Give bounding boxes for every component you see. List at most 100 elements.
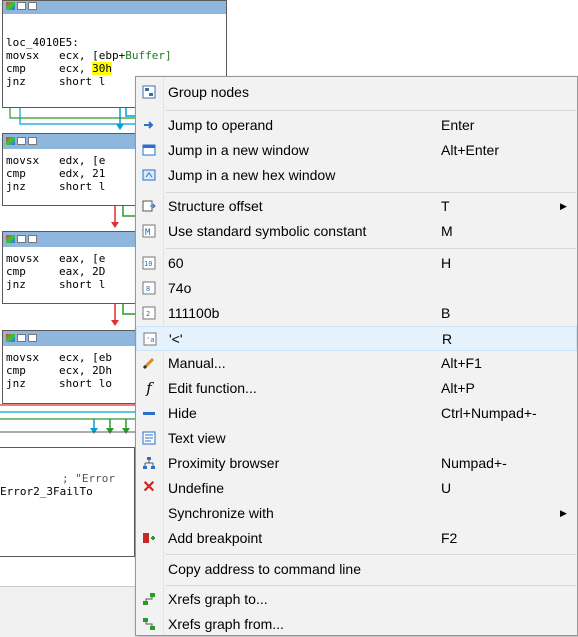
- selected-immediate-operand[interactable]: 30h: [92, 62, 112, 75]
- menu-item-add-breakpoint[interactable]: Add breakpoint F2: [136, 526, 577, 551]
- menu-item-group-nodes[interactable]: Group nodes: [136, 80, 577, 105]
- char-icon: 'a: [143, 332, 157, 346]
- menu-label: Group nodes: [168, 84, 249, 100]
- menu-label: Xrefs graph to...: [168, 591, 268, 607]
- menu-label: 74o: [168, 280, 192, 296]
- structure-offset-icon: [142, 200, 156, 212]
- menu-item-jump-new-window[interactable]: Jump in a new window Alt+Enter: [136, 138, 577, 163]
- graph-node-2[interactable]: movsx edx, [e cmp edx, 21 jnz short l: [2, 133, 136, 206]
- menu-separator: [166, 110, 576, 111]
- menu-shortcut: Numpad+-: [441, 455, 507, 471]
- node-titlebar: [3, 1, 226, 14]
- menu-label: Hide: [168, 405, 197, 421]
- menu-item-binary-111100b[interactable]: 2 111100b B: [136, 301, 577, 326]
- menu-shortcut: Ctrl+Numpad+-: [441, 405, 537, 421]
- breakpoint-icon: [143, 533, 155, 543]
- menu-shortcut: M: [441, 223, 453, 239]
- menu-shortcut: Alt+P: [441, 380, 475, 396]
- menu-label: Jump in a new hex window: [168, 167, 336, 183]
- menu-item-xrefs-graph-to[interactable]: Xrefs graph to...: [136, 587, 577, 612]
- menu-label: Xrefs graph from...: [168, 616, 284, 632]
- menu-label: Jump in a new window: [168, 142, 309, 158]
- menu-item-edit-function[interactable]: f Edit function... Alt+P: [136, 376, 577, 401]
- menu-item-text-view[interactable]: Text view: [136, 426, 577, 451]
- node-group-icon[interactable]: [28, 137, 37, 145]
- menu-item-symbolic-constant[interactable]: M Use standard symbolic constant M: [136, 219, 577, 244]
- buffer-operand[interactable]: Buffer]: [125, 49, 171, 62]
- menu-item-jump-to-operand[interactable]: Jump to operand Enter: [136, 113, 577, 138]
- code-line: cmp ecx, 30h: [6, 62, 112, 75]
- menu-item-undefine[interactable]: ✕ Undefine U: [136, 476, 577, 501]
- symbolic-constant-icon: M: [142, 224, 156, 238]
- manual-icon: [142, 357, 155, 370]
- code-line: jnz short lo: [6, 377, 112, 390]
- node-color-icon[interactable]: [6, 235, 15, 243]
- binary-icon: 2: [142, 306, 156, 320]
- menu-item-synchronize-with[interactable]: Synchronize with ▶: [136, 501, 577, 526]
- code-line: movsx ecx, [eb: [6, 351, 112, 364]
- menu-label: Use standard symbolic constant: [168, 223, 367, 239]
- code-line: jnz short l: [6, 180, 106, 193]
- xrefs-from-icon: [143, 618, 155, 630]
- menu-item-manual[interactable]: Manual... Alt+F1: [136, 351, 577, 376]
- menu-item-octal-74o[interactable]: 8 74o: [136, 276, 577, 301]
- menu-separator: [166, 248, 576, 249]
- menu-shortcut: U: [441, 480, 452, 496]
- menu-label: '<': [169, 331, 183, 347]
- code-label: Error2_3FailTo: [0, 485, 93, 498]
- menu-item-decimal-60[interactable]: 10 60 H: [136, 251, 577, 276]
- menu-item-jump-new-hex-window[interactable]: Jump in a new hex window: [136, 163, 577, 188]
- node-color-icon[interactable]: [6, 137, 15, 145]
- node-titlebar: [3, 331, 135, 346]
- node-edit-icon[interactable]: [17, 137, 26, 145]
- menu-label: Add breakpoint: [168, 530, 263, 546]
- submenu-arrow-icon: ▶: [560, 508, 567, 518]
- submenu-arrow-icon: ▶: [560, 201, 567, 211]
- menu-item-hide[interactable]: Hide Ctrl+Numpad+-: [136, 401, 577, 426]
- node-group-icon[interactable]: [28, 2, 37, 10]
- graph-node-4[interactable]: movsx ecx, [eb cmp ecx, 2Dh jnz short lo: [2, 330, 136, 404]
- xrefs-to-icon: [143, 593, 155, 605]
- menu-label: Synchronize with: [168, 505, 274, 521]
- menu-label: Structure offset: [168, 198, 263, 214]
- menu-separator: [166, 554, 576, 555]
- graph-node-3[interactable]: movsx eax, [e cmp eax, 2D jnz short l: [2, 231, 136, 304]
- node-edit-icon[interactable]: [17, 334, 26, 342]
- menu-item-copy-address[interactable]: Copy address to command line: [136, 557, 577, 582]
- group-nodes-icon: [142, 85, 156, 99]
- undefine-icon: ✕: [142, 479, 156, 496]
- svg-text:2: 2: [146, 310, 150, 318]
- menu-shortcut: T: [441, 198, 450, 214]
- text-view-icon: [142, 431, 156, 445]
- node-group-icon[interactable]: [28, 235, 37, 243]
- menu-label: Proximity browser: [168, 455, 280, 471]
- svg-text:8: 8: [146, 285, 150, 293]
- menu-label: Jump to operand: [168, 117, 274, 133]
- menu-separator: [166, 192, 576, 193]
- function-icon: f: [146, 379, 152, 397]
- new-window-icon: [142, 144, 156, 156]
- code-line: cmp edx, 21: [6, 167, 106, 180]
- code-line: cmp eax, 2D: [6, 265, 106, 278]
- menu-label: Edit function...: [168, 380, 257, 396]
- node-color-icon[interactable]: [6, 334, 15, 342]
- menu-label: Manual...: [168, 355, 226, 371]
- node-titlebar: [3, 134, 135, 149]
- menu-shortcut: Alt+Enter: [441, 142, 499, 158]
- menu-item-xrefs-graph-from[interactable]: Xrefs graph from...: [136, 612, 577, 637]
- graph-node-error[interactable]: ; "Error Error2_3FailTo: [0, 447, 135, 557]
- node-titlebar: [3, 232, 135, 247]
- menu-item-proximity-browser[interactable]: Proximity browser Numpad+-: [136, 451, 577, 476]
- code-line: movsx eax, [e: [6, 252, 106, 265]
- node-group-icon[interactable]: [28, 334, 37, 342]
- decimal-icon: 10: [142, 256, 156, 270]
- jump-operand-icon: [144, 121, 154, 129]
- menu-item-char-constant[interactable]: 'a '<' R: [136, 326, 577, 351]
- node-edit-icon[interactable]: [17, 235, 26, 243]
- code-line: jnz short l: [6, 278, 106, 291]
- menu-item-structure-offset[interactable]: Structure offset T ▶: [136, 194, 577, 219]
- code-comment: ; "Error: [62, 472, 115, 485]
- node-edit-icon[interactable]: [17, 2, 26, 10]
- proximity-icon: [143, 457, 155, 469]
- node-color-icon[interactable]: [6, 2, 15, 10]
